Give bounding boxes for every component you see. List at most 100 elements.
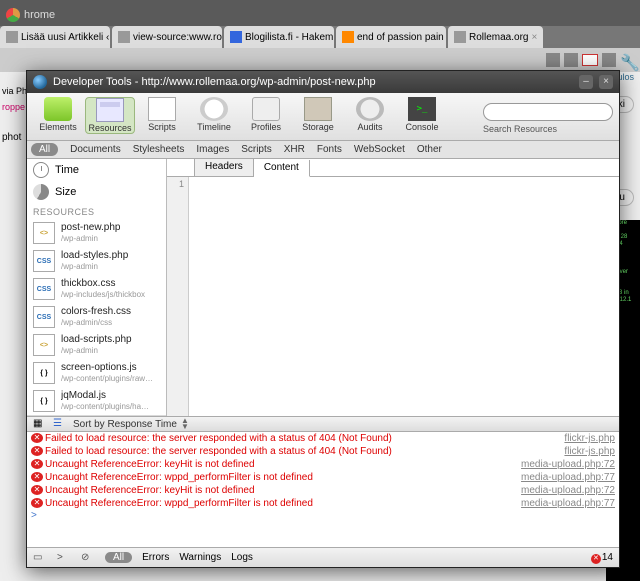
status-filter-errors[interactable]: Errors bbox=[142, 552, 169, 563]
console-message: ✕ Failed to load resource: the server re… bbox=[27, 445, 619, 458]
content-tabs: Headers Content bbox=[167, 159, 619, 177]
resource-name: thickbox.css bbox=[61, 278, 145, 289]
panel-timeline[interactable]: Timeline bbox=[189, 97, 239, 132]
gmail-icon[interactable] bbox=[582, 54, 598, 66]
filter-other[interactable]: Other bbox=[411, 143, 448, 156]
message-source[interactable]: flickr-js.php bbox=[564, 432, 615, 445]
filter-documents[interactable]: Documents bbox=[64, 143, 127, 156]
console-icon: >_ bbox=[408, 97, 436, 121]
error-icon: ✕ bbox=[31, 459, 43, 469]
filter-xhr[interactable]: XHR bbox=[278, 143, 311, 156]
message-text: Uncaught ReferenceError: keyHit is not d… bbox=[45, 458, 513, 471]
panel-console[interactable]: >_Console bbox=[397, 97, 447, 132]
message-source[interactable]: media-upload.php:77 bbox=[521, 471, 615, 484]
close-button[interactable]: × bbox=[599, 75, 613, 89]
resource-name: load-scripts.php bbox=[61, 334, 132, 345]
filter-websocket[interactable]: WebSocket bbox=[348, 143, 411, 156]
filter-all[interactable]: All bbox=[31, 143, 58, 156]
panel-audits[interactable]: Audits bbox=[345, 97, 395, 132]
filter-scripts[interactable]: Scripts bbox=[235, 143, 278, 156]
console-message: ✕ Uncaught ReferenceError: wppd_performF… bbox=[27, 471, 619, 484]
resource-item[interactable]: <> load-scripts.php /wp-admin bbox=[27, 331, 166, 359]
sort-size-row[interactable]: Size bbox=[27, 181, 166, 203]
message-source[interactable]: media-upload.php:72 bbox=[521, 458, 615, 471]
filter-fonts[interactable]: Fonts bbox=[311, 143, 348, 156]
console-toggle-icon[interactable]: > bbox=[57, 552, 71, 564]
panel-label: Elements bbox=[33, 122, 83, 132]
size-label: Size bbox=[55, 186, 76, 198]
message-source[interactable]: flickr-js.php bbox=[564, 445, 615, 458]
clear-icon[interactable]: ⊘ bbox=[81, 552, 95, 564]
dock-icon[interactable]: ▭ bbox=[33, 552, 47, 564]
devtools-titlebar[interactable]: Developer Tools - http://www.rollemaa.or… bbox=[27, 71, 619, 93]
browser-tab[interactable]: view-source:www.ro…× bbox=[112, 26, 222, 48]
resource-item[interactable]: CSS colors-fresh.css /wp-admin/css bbox=[27, 303, 166, 331]
error-count[interactable]: ✕14 bbox=[591, 552, 613, 564]
sort-selector[interactable]: Sort by Response Time ▲▼ bbox=[73, 418, 189, 430]
message-source[interactable]: media-upload.php:72 bbox=[521, 484, 615, 497]
bg-text: phot bbox=[2, 132, 21, 143]
search-input[interactable] bbox=[483, 103, 613, 121]
panel-profiles[interactable]: Profiles bbox=[241, 97, 291, 132]
console-message: ✕ Uncaught ReferenceError: wppd_performF… bbox=[27, 497, 619, 510]
status-filter-logs[interactable]: Logs bbox=[231, 552, 253, 563]
browser-tab[interactable]: Blogilista.fi - Hakem…× bbox=[224, 26, 334, 48]
minimize-button[interactable]: – bbox=[579, 75, 593, 89]
panel-label: Audits bbox=[345, 122, 395, 132]
browser-tab[interactable]: Rollemaa.org× bbox=[448, 26, 543, 48]
close-tab-icon[interactable]: × bbox=[531, 32, 537, 43]
console-split-bar[interactable]: ▦ ☰ Sort by Response Time ▲▼ bbox=[27, 416, 619, 432]
panel-resources[interactable]: Resources bbox=[85, 97, 135, 134]
panel-elements[interactable]: Elements bbox=[33, 97, 83, 132]
resource-item[interactable]: CSS thickbox.css /wp-includes/js/thickbo… bbox=[27, 275, 166, 303]
resource-item[interactable]: { } screen-options.js /wp-content/plugin… bbox=[27, 359, 166, 387]
resource-item[interactable]: CSS load-styles.php /wp-admin bbox=[27, 247, 166, 275]
line-number: 1 bbox=[179, 179, 184, 189]
message-source[interactable]: media-upload.php:77 bbox=[521, 497, 615, 510]
resource-path: /wp-admin bbox=[61, 261, 128, 272]
panel-scripts[interactable]: Scripts bbox=[137, 97, 187, 132]
console-prompt[interactable]: > bbox=[27, 510, 619, 521]
file-icon: { } bbox=[33, 390, 55, 412]
console-panel: ✕ Failed to load resource: the server re… bbox=[27, 432, 619, 547]
panel-storage[interactable]: Storage bbox=[293, 97, 343, 132]
message-text: Uncaught ReferenceError: wppd_performFil… bbox=[45, 497, 513, 510]
resource-sidebar: Time Size RESOURCES <> post-new.php /wp-… bbox=[27, 159, 167, 416]
console-message: ✕ Uncaught ReferenceError: keyHit is not… bbox=[27, 458, 619, 471]
panel-label: Profiles bbox=[241, 122, 291, 132]
ext-icon[interactable] bbox=[546, 53, 560, 67]
grid-icon[interactable]: ▦ bbox=[33, 418, 45, 430]
search-label: Search Resources bbox=[483, 124, 613, 134]
error-icon: ✕ bbox=[31, 446, 43, 456]
headers-tab[interactable]: Headers bbox=[195, 159, 254, 176]
file-icon: CSS bbox=[33, 278, 55, 300]
panel-label: Scripts bbox=[137, 122, 187, 132]
browser-tab[interactable]: end of passion pain× bbox=[336, 26, 446, 48]
content-area[interactable] bbox=[189, 177, 619, 416]
browser-tabstrip: Lisää uusi Artikkeli ‹…×view-source:www.… bbox=[0, 26, 640, 48]
resource-name: colors-fresh.css bbox=[61, 306, 131, 317]
ext-icon[interactable] bbox=[564, 53, 578, 67]
console-statusbar: ▭ > ⊘ All Errors Warnings Logs ✕14 bbox=[27, 547, 619, 567]
resource-item[interactable]: { } jqModal.js /wp-content/plugins/ha… bbox=[27, 387, 166, 415]
favicon bbox=[342, 31, 354, 43]
browser-tab[interactable]: Lisää uusi Artikkeli ‹…× bbox=[0, 26, 110, 48]
sort-time-row[interactable]: Time bbox=[27, 159, 166, 181]
resource-main: Headers Content 1 bbox=[167, 159, 619, 416]
resource-item[interactable]: <> post-new.php /wp-admin bbox=[27, 219, 166, 247]
resource-filter-bar: All DocumentsStylesheetsImagesScriptsXHRF… bbox=[27, 141, 619, 159]
globe-icon bbox=[33, 75, 47, 89]
tab-label: Lisää uusi Artikkeli ‹… bbox=[21, 32, 110, 43]
filter-stylesheets[interactable]: Stylesheets bbox=[127, 143, 191, 156]
status-filter-warnings[interactable]: Warnings bbox=[179, 552, 221, 563]
wrench-icon[interactable]: 🔧 bbox=[620, 53, 634, 67]
file-icon: <> bbox=[33, 334, 55, 356]
list-icon[interactable]: ☰ bbox=[53, 418, 65, 430]
content-tab[interactable]: Content bbox=[254, 160, 310, 177]
filter-images[interactable]: Images bbox=[190, 143, 235, 156]
panel-label: Resources bbox=[86, 123, 134, 133]
ext-icon[interactable] bbox=[602, 53, 616, 67]
sort-label: Sort by Response Time bbox=[73, 419, 177, 430]
file-icon: CSS bbox=[33, 306, 55, 328]
filter-all-pill[interactable]: All bbox=[105, 552, 132, 563]
